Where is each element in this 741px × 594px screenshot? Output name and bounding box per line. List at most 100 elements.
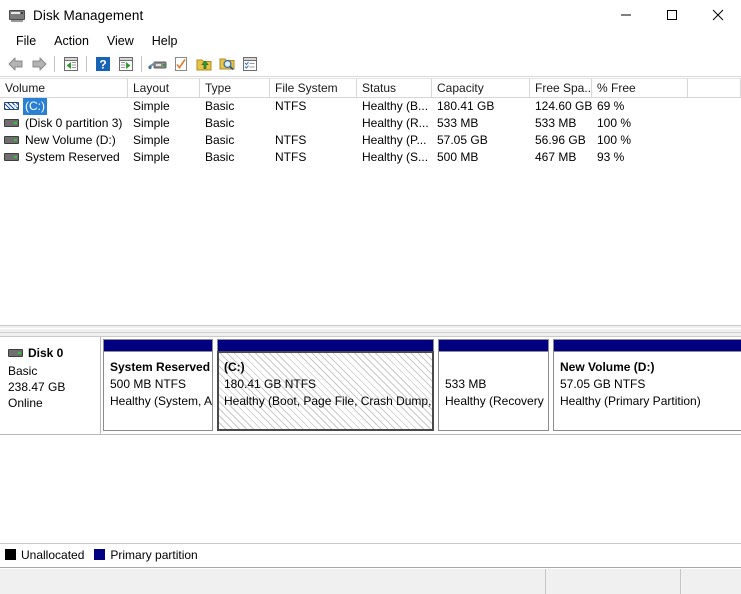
close-icon[interactable] xyxy=(695,0,741,30)
legend-label: Primary partition xyxy=(110,547,198,562)
legend-item: Unallocated xyxy=(5,548,84,562)
legend-swatch xyxy=(5,549,16,560)
partition-size-filesystem: 500 MB NTFS xyxy=(110,377,187,391)
partition-status: Healthy (System, A xyxy=(110,394,213,408)
export-list-icon[interactable] xyxy=(192,53,215,75)
cell-status: Healthy (R... xyxy=(362,116,429,130)
menu-view[interactable]: View xyxy=(98,32,143,50)
legend-swatch xyxy=(94,549,106,560)
cell-free-space: 533 MB xyxy=(535,116,577,130)
status-bar-segment-3 xyxy=(681,568,741,594)
partition-block[interactable]: System Reserved 500 MB NTFS Healthy (Syste… xyxy=(103,339,213,434)
column-header-layout[interactable]: Layout xyxy=(128,79,200,97)
column-header-type[interactable]: Type xyxy=(200,79,270,97)
partition-block[interactable]: (C:) 180.41 GB NTFS Healthy (Boot, Page Fi… xyxy=(217,339,434,434)
cell-capacity: 57.05 GB xyxy=(437,133,488,147)
cell-percent-free: 100 % xyxy=(597,133,632,147)
disk-drive-icon xyxy=(8,348,23,359)
search-folder-icon[interactable] xyxy=(215,53,238,75)
properties-icon[interactable] xyxy=(169,53,192,75)
volume-list-rows: (C:) Simple Basic NTFS Healthy (B... 180.41 G… xyxy=(0,98,741,166)
partition-status: Healthy (Primary Partition) xyxy=(560,394,701,408)
disk-name: Disk 0 xyxy=(28,346,64,360)
menu-help[interactable]: Help xyxy=(143,32,187,50)
table-row[interactable]: (Disk 0 partition 3) Simple Basic Healthy (… xyxy=(0,115,741,132)
cell-type: Basic xyxy=(205,133,235,147)
legend-item: Primary partition xyxy=(94,547,198,562)
svg-text:?: ? xyxy=(99,58,106,72)
cell-capacity: 180.41 GB xyxy=(437,99,495,113)
cell-layout: Simple xyxy=(133,150,170,164)
cell-status: Healthy (S... xyxy=(362,150,429,164)
cell-volume: (C:) xyxy=(0,98,128,115)
cell-file-system: NTFS xyxy=(275,133,307,147)
show-details-icon[interactable] xyxy=(238,53,261,75)
partition-details: (C:) 180.41 GB NTFS Healthy (Boot, Page Fi… xyxy=(217,351,434,431)
partition-status: Healthy (Recovery xyxy=(445,394,544,408)
column-header-capacity[interactable]: Capacity xyxy=(432,79,530,97)
cell-free-space: 56.96 GB xyxy=(535,133,586,147)
cell-percent-free: 93 % xyxy=(597,150,625,164)
cell-free-space: 124.60 GB xyxy=(535,99,592,113)
cell-capacity: 500 MB xyxy=(437,150,479,164)
partition-type-bar xyxy=(438,339,549,351)
table-row[interactable]: (C:) Simple Basic NTFS Healthy (B... 180.41 G… xyxy=(0,98,741,115)
disk-row: Disk 0 Basic 238.47 GB Online System Reserve… xyxy=(0,337,741,435)
cell-volume: New Volume (D:) xyxy=(0,132,128,149)
disk-drive-icon xyxy=(9,7,25,23)
column-header-file-system[interactable]: File System xyxy=(270,79,357,97)
volume-label: System Reserved xyxy=(25,150,120,164)
up-one-level-icon[interactable] xyxy=(59,53,82,75)
help-icon[interactable]: ? xyxy=(91,53,114,75)
disk-info-panel[interactable]: Disk 0 Basic 238.47 GB Online xyxy=(0,337,101,434)
show-hide-console-tree-icon[interactable] xyxy=(114,53,137,75)
column-header-volume[interactable]: Volume xyxy=(0,79,128,97)
disk-type: Basic xyxy=(8,364,38,378)
volume-label: (Disk 0 partition 3) xyxy=(25,116,123,130)
column-header-free-spa[interactable]: Free Spa... xyxy=(530,79,592,97)
partition-size-filesystem: 533 MB xyxy=(445,377,487,391)
column-header-blank[interactable] xyxy=(688,79,741,97)
volume-drive-icon xyxy=(4,135,19,146)
column-header-free[interactable]: % Free xyxy=(592,79,688,97)
cell-layout: Simple xyxy=(133,99,170,113)
rescan-disks-icon[interactable] xyxy=(146,53,169,75)
back-icon[interactable] xyxy=(4,53,27,75)
partition-size-filesystem: 180.41 GB NTFS xyxy=(224,377,317,391)
column-header-status[interactable]: Status xyxy=(357,79,432,97)
status-bar xyxy=(0,567,741,594)
window-controls xyxy=(603,0,741,30)
volume-label: (C:) xyxy=(23,98,47,115)
forward-icon[interactable] xyxy=(27,53,50,75)
panel-splitter[interactable] xyxy=(0,325,741,337)
partition-title: New Volume (D:) xyxy=(560,360,655,374)
table-row[interactable]: New Volume (D:) Simple Basic NTFS Healthy (P… xyxy=(0,132,741,149)
partition-type-bar xyxy=(553,339,741,351)
cell-volume: System Reserved xyxy=(0,149,128,166)
partition-block[interactable]: 533 MB Healthy (Recovery xyxy=(438,339,549,434)
minimize-icon[interactable] xyxy=(603,0,649,30)
cell-capacity: 533 MB xyxy=(437,116,479,130)
cell-status: Healthy (B... xyxy=(362,99,429,113)
cell-status: Healthy (P... xyxy=(362,133,427,147)
menu-action[interactable]: Action xyxy=(45,32,98,50)
volume-list-header: Volume Layout Type File System Status Capacit… xyxy=(0,78,741,98)
legend: Unallocated Primary partition xyxy=(0,543,741,565)
toolbar-separator xyxy=(141,56,142,72)
cell-volume: (Disk 0 partition 3) xyxy=(0,115,128,132)
window-title: Disk Management xyxy=(33,7,144,23)
table-row[interactable]: System Reserved Simple Basic NTFS Healthy (S… xyxy=(0,149,741,166)
cell-layout: Simple xyxy=(133,133,170,147)
menu-file[interactable]: File xyxy=(7,32,45,50)
partition-size-filesystem: 57.05 GB NTFS xyxy=(560,377,646,391)
partition-block[interactable]: New Volume (D:) 57.05 GB NTFS Healthy (Pri… xyxy=(553,339,741,434)
partition-title xyxy=(445,359,548,376)
cell-type: Basic xyxy=(205,150,235,164)
toolbar-separator xyxy=(86,56,87,72)
volume-drive-icon xyxy=(4,118,19,129)
cell-free-space: 467 MB xyxy=(535,150,577,164)
partition-details: 533 MB Healthy (Recovery xyxy=(438,351,549,431)
maximize-icon[interactable] xyxy=(649,0,695,30)
partition-details: New Volume (D:) 57.05 GB NTFS Healthy (Pri… xyxy=(553,351,741,431)
cell-percent-free: 69 % xyxy=(597,99,625,113)
